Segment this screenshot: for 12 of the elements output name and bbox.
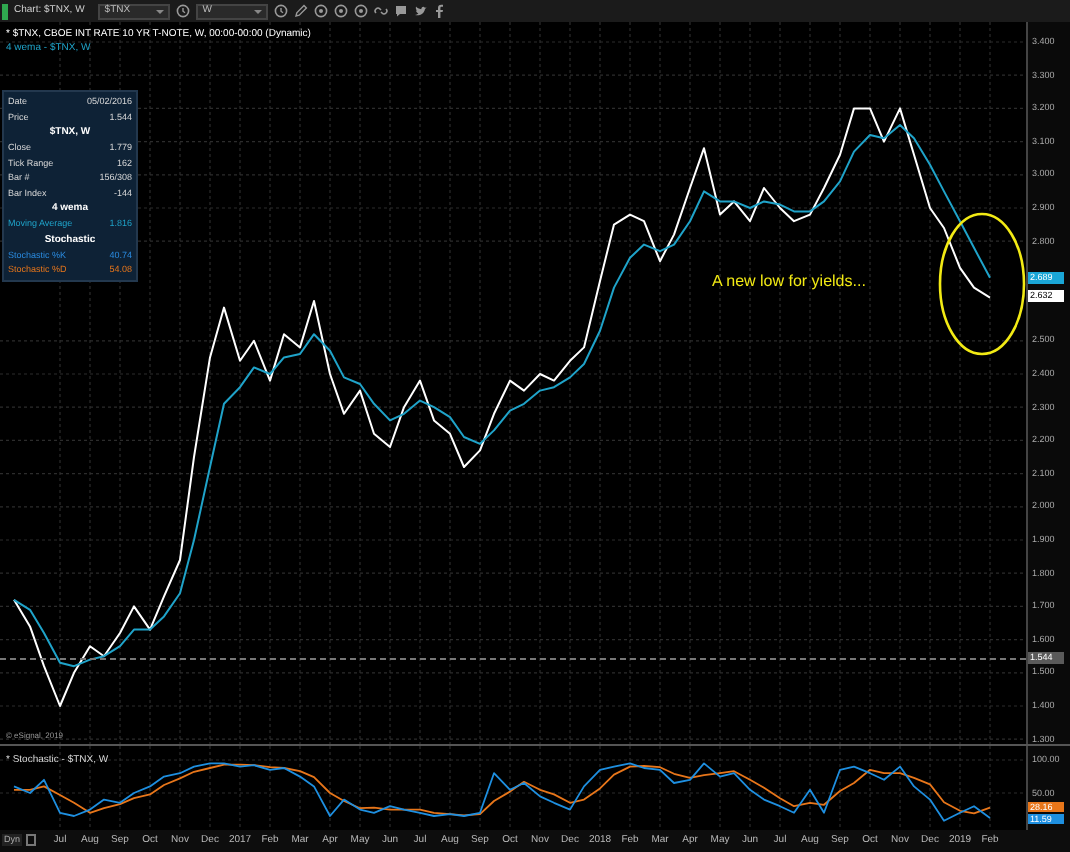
chart-window-icon	[2, 3, 8, 19]
bird-icon[interactable]	[414, 4, 429, 18]
annotation-text: A new low for yields...	[712, 270, 866, 294]
caret-icon	[156, 9, 165, 13]
highlight-ellipse	[938, 212, 1026, 356]
caret-icon	[254, 9, 263, 13]
clock-icon[interactable]	[176, 4, 191, 18]
clock-icon[interactable]	[274, 4, 289, 18]
link-icon[interactable]	[374, 4, 389, 18]
f-icon[interactable]	[434, 4, 445, 18]
comment-icon[interactable]	[394, 4, 409, 18]
pencil-icon[interactable]	[294, 4, 309, 18]
